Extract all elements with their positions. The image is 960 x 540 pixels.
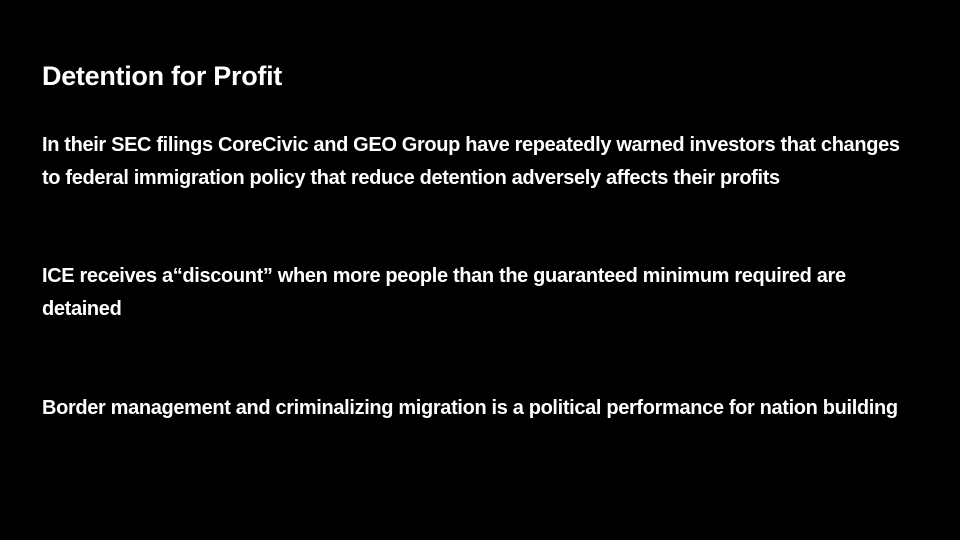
paragraph-border-management: Border management and criminalizing migr…	[42, 397, 898, 419]
paragraph-sec-filings: In their SEC filings CoreCivic and GEO G…	[42, 134, 900, 189]
slide: Detention for Profit In their SEC filing…	[0, 0, 960, 540]
slide-title: Detention for Profit	[42, 61, 282, 91]
paragraph-ice-discount: ICE receives a“discount” when more peopl…	[42, 265, 846, 320]
